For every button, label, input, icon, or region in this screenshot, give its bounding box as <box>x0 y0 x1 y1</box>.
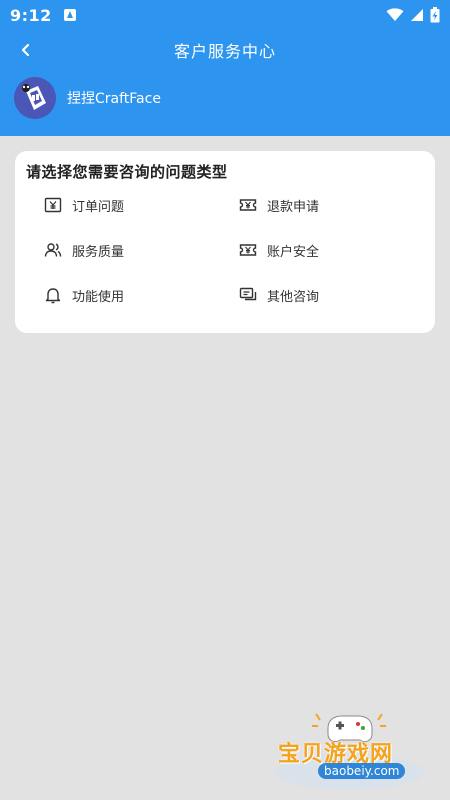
status-time: 9:12 <box>10 5 52 25</box>
app-avatar <box>14 77 56 119</box>
option-label: 订单问题 <box>72 199 125 215</box>
app-logo-icon <box>14 77 56 119</box>
notification-app-icon <box>63 9 76 21</box>
chat-icon <box>239 286 257 304</box>
option-label: 服务质量 <box>72 244 125 260</box>
option-other[interactable]: 其他咨询 <box>239 283 319 307</box>
option-feature-usage[interactable]: 功能使用 <box>44 283 124 307</box>
header: 客户服务中心 捏捏CraftFace <box>0 30 450 136</box>
option-service-quality[interactable]: 服务质量 <box>44 238 124 262</box>
wifi-icon <box>386 8 404 21</box>
page-title: 客户服务中心 <box>173 42 276 61</box>
option-label: 退款申请 <box>267 199 320 215</box>
watermark-url: baobeiy.com <box>318 763 406 779</box>
option-label: 账户安全 <box>267 244 320 260</box>
option-label: 功能使用 <box>72 289 125 305</box>
app-name: 捏捏CraftFace <box>67 91 161 107</box>
people-icon <box>44 241 62 259</box>
option-account-security[interactable]: 账户安全 <box>239 238 319 262</box>
option-refund[interactable]: 退款申请 <box>239 193 319 217</box>
refund-ticket-icon <box>239 196 257 214</box>
account-ticket-icon <box>239 241 257 259</box>
app-info: 捏捏CraftFace <box>14 77 161 119</box>
watermark: 宝贝游戏网 baobeiy.com <box>258 700 438 790</box>
order-yen-icon <box>44 196 62 214</box>
option-order[interactable]: 订单问题 <box>44 193 124 217</box>
battery-icon <box>430 7 440 23</box>
bell-icon <box>44 286 62 304</box>
card-title: 请选择您需要咨询的问题类型 <box>26 163 228 181</box>
question-type-card: 请选择您需要咨询的问题类型 订单问题 退款申请 服务质量 账户安全 功能使用 其… <box>15 151 435 333</box>
status-bar: 9:12 <box>0 0 450 30</box>
cellular-signal-icon <box>411 9 423 21</box>
option-label: 其他咨询 <box>267 289 320 305</box>
